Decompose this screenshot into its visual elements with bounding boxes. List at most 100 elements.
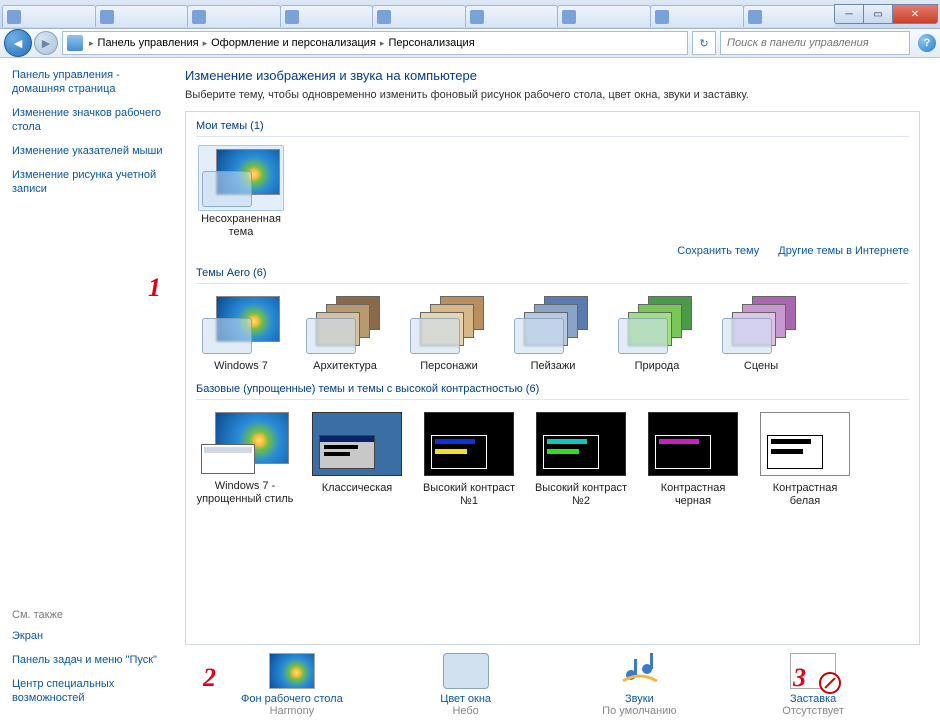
theme-thumbnail <box>424 412 514 476</box>
theme-label: Персонажи <box>420 360 478 373</box>
window-glass-icon <box>202 171 252 207</box>
theme-label: Сцены <box>744 360 778 373</box>
bottom-setting-sounds[interactable]: ЗвукиПо умолчанию <box>559 653 719 717</box>
browser-tab[interactable] <box>280 5 374 27</box>
theme-item[interactable]: Windows 7 - упрощенный стиль <box>196 408 294 508</box>
saver-icon <box>790 653 836 689</box>
sidebar-link-home[interactable]: Панель управления - домашняя страница <box>12 68 163 96</box>
bottom-sublabel: Отсутствует <box>782 705 844 717</box>
theme-item[interactable]: Несохраненная тема <box>196 145 286 239</box>
my-themes-header: Мои темы (1) <box>196 116 909 137</box>
browser-tab[interactable] <box>557 5 651 27</box>
maximize-button[interactable]: ▭ <box>863 4 893 24</box>
theme-item[interactable]: Windows 7 <box>196 292 286 373</box>
sidebar-link-account-picture[interactable]: Изменение рисунка учетной записи <box>12 168 163 196</box>
browser-tab[interactable] <box>95 5 189 27</box>
theme-label: Архитектура <box>313 360 377 373</box>
theme-thumbnail <box>760 412 850 476</box>
location-icon <box>67 35 83 51</box>
theme-item[interactable]: Контрастная белая <box>756 408 854 508</box>
sidebar: Панель управления - домашняя страница Из… <box>0 58 175 723</box>
bottom-sublabel: Небо <box>452 705 478 717</box>
see-also-label: См. также <box>12 609 163 621</box>
theme-label: Пейзажи <box>531 360 576 373</box>
favicon-icon <box>470 10 484 24</box>
color-icon <box>443 653 489 689</box>
explorer-toolbar: ◄ ► ▸ Панель управления ▸ Оформление и п… <box>0 29 940 58</box>
favicon-icon <box>285 10 299 24</box>
sidebar-link-desktop-icons[interactable]: Изменение значков рабочего стола <box>12 106 163 134</box>
browser-tab[interactable] <box>372 5 466 27</box>
bottom-label: Заставка <box>790 693 836 705</box>
page-description: Выберите тему, чтобы одновременно измени… <box>185 89 920 101</box>
browser-tab[interactable] <box>2 5 96 27</box>
basic-themes-header: Базовые (упрощенные) темы и темы с высок… <box>196 379 909 400</box>
browser-tab[interactable] <box>465 5 559 27</box>
bg-icon <box>269 653 315 689</box>
theme-item[interactable]: Пейзажи <box>508 292 598 373</box>
themes-container: Мои темы (1) Несохраненная тема Сохранит… <box>185 111 920 645</box>
browser-tab[interactable] <box>650 5 744 27</box>
breadcrumb-bar[interactable]: ▸ Панель управления ▸ Оформление и персо… <box>62 31 688 55</box>
theme-item[interactable]: Классическая <box>308 408 406 508</box>
theme-item[interactable]: Высокий контраст №2 <box>532 408 630 508</box>
window-icon <box>201 444 255 474</box>
bottom-label: Цвет окна <box>440 693 491 705</box>
theme-item[interactable]: Сцены <box>716 292 806 373</box>
theme-label: Классическая <box>322 482 393 495</box>
close-button[interactable]: ✕ <box>892 4 938 24</box>
bottom-setting-screensaver[interactable]: ЗаставкаОтсутствует <box>733 653 893 717</box>
bottom-label: Фон рабочего стола <box>241 693 343 705</box>
theme-label: Высокий контраст №2 <box>532 482 630 508</box>
theme-item[interactable]: Контрастная черная <box>644 408 742 508</box>
theme-thumbnail <box>536 412 626 476</box>
window-glass-icon <box>306 318 356 354</box>
favicon-icon <box>192 10 206 24</box>
browser-tab[interactable] <box>187 5 281 27</box>
bottom-sublabel: Harmony <box>270 705 315 717</box>
window-glass-icon <box>410 318 460 354</box>
bottom-setting-background[interactable]: Фон рабочего столаHarmony <box>212 653 372 717</box>
theme-label: Природа <box>635 360 680 373</box>
window-glass-icon <box>514 318 564 354</box>
see-also-ease-of-access[interactable]: Центр специальных возможностей <box>12 677 163 705</box>
window-buttons: ─ ▭ ✕ <box>835 4 938 24</box>
browser-tab[interactable] <box>743 5 836 27</box>
search-input[interactable] <box>725 36 905 50</box>
theme-item[interactable]: Высокий контраст №1 <box>420 408 518 508</box>
window-glass-icon <box>722 318 772 354</box>
favicon-icon <box>100 10 114 24</box>
save-theme-link[interactable]: Сохранить тему <box>677 245 759 257</box>
theme-thumbnail <box>648 412 738 476</box>
aero-themes-header: Темы Aero (6) <box>196 263 909 284</box>
refresh-button[interactable]: ↻ <box>692 31 716 55</box>
theme-label: Windows 7 - упрощенный стиль <box>196 480 294 506</box>
nav-back-button[interactable]: ◄ <box>4 29 32 57</box>
theme-item[interactable]: Архитектура <box>300 292 390 373</box>
theme-label: Несохраненная тема <box>196 213 286 239</box>
favicon-icon <box>7 10 21 24</box>
sound-icon <box>617 653 661 689</box>
breadcrumb-item[interactable]: Персонализация <box>388 37 474 49</box>
search-box[interactable] <box>720 31 910 55</box>
theme-item[interactable]: Природа <box>612 292 702 373</box>
bottom-sublabel: По умолчанию <box>602 705 676 717</box>
minimize-button[interactable]: ─ <box>834 4 864 24</box>
breadcrumb-item[interactable]: Панель управления <box>98 37 199 49</box>
help-button[interactable]: ? <box>918 34 936 52</box>
sound-icon <box>617 653 661 689</box>
bottom-label: Звуки <box>625 693 654 705</box>
see-also-taskbar[interactable]: Панель задач и меню "Пуск" <box>12 653 163 667</box>
more-themes-link[interactable]: Другие темы в Интернете <box>778 245 909 257</box>
window-glass-icon <box>202 318 252 354</box>
prohibited-icon <box>819 672 841 694</box>
sidebar-link-mouse-pointers[interactable]: Изменение указателей мыши <box>12 144 163 158</box>
nav-forward-button[interactable]: ► <box>34 31 58 55</box>
theme-item[interactable]: Персонажи <box>404 292 494 373</box>
see-also-display[interactable]: Экран <box>12 629 163 643</box>
bottom-setting-color[interactable]: Цвет окнаНебо <box>386 653 546 717</box>
theme-thumbnail <box>312 412 402 476</box>
browser-titlebar: ─ ▭ ✕ <box>0 0 940 29</box>
theme-label: Контрастная черная <box>644 482 742 508</box>
breadcrumb-item[interactable]: Оформление и персонализация <box>211 37 376 49</box>
